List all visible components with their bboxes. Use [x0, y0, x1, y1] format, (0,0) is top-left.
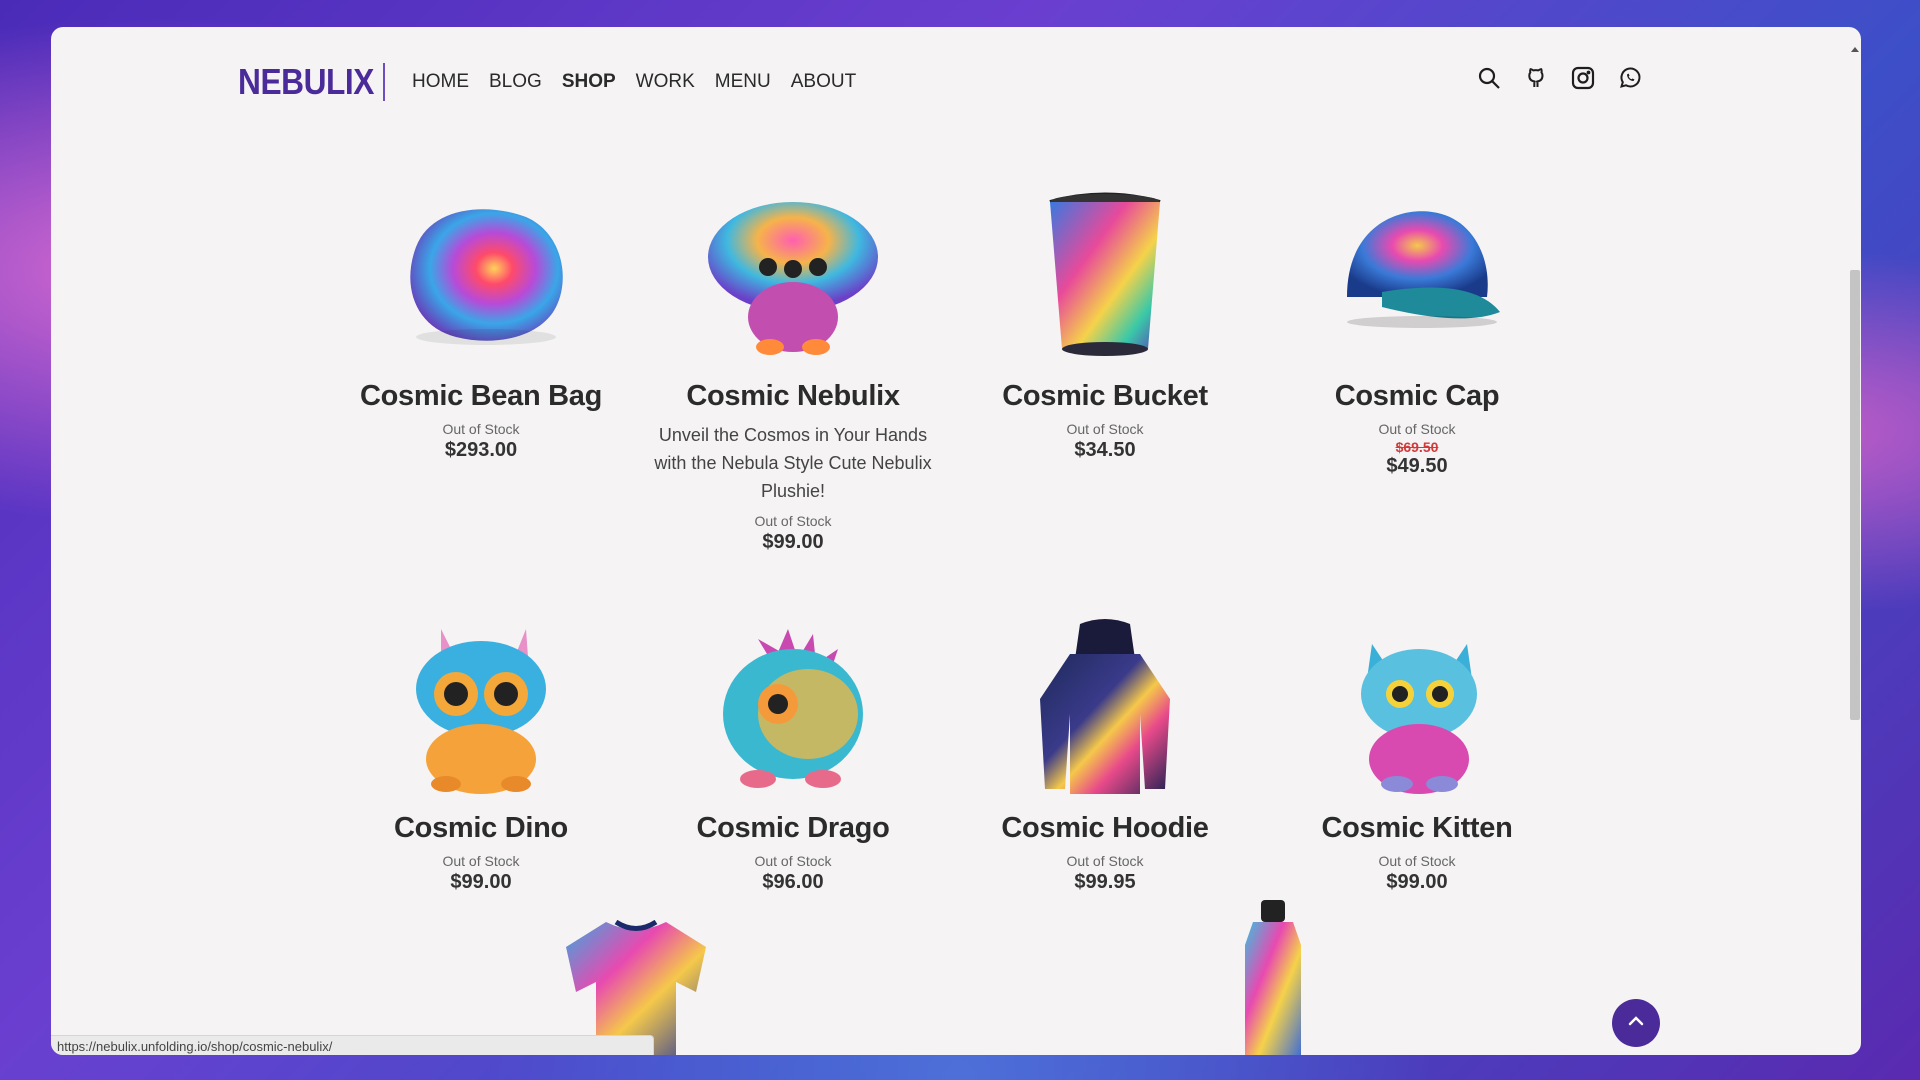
product-card[interactable]: Cosmic Nebulix Unveil the Cosmos in Your… [648, 187, 938, 554]
product-image-plush-kitten[interactable] [1322, 619, 1512, 799]
github-icon[interactable] [1524, 66, 1548, 90]
product-price: $99.95 [1074, 871, 1136, 893]
product-card[interactable]: Cosmic Kitten Out of Stock $99.00 [1272, 619, 1562, 894]
product-image-plush-nebulix[interactable] [698, 187, 888, 367]
stock-status: Out of Stock [1066, 421, 1144, 437]
stock-status: Out of Stock [1378, 853, 1456, 869]
scroll-up-arrow[interactable] [1851, 47, 1859, 52]
stock-status: Out of Stock [442, 421, 520, 437]
product-name[interactable]: Cosmic Hoodie [960, 812, 1250, 845]
product-name[interactable]: Cosmic Cap [1272, 380, 1562, 413]
product-name[interactable]: Cosmic Nebulix [648, 380, 938, 413]
original-price: $69.50 [1395, 439, 1439, 455]
product-image-bottle[interactable] [1221, 900, 1321, 1055]
site-header: NEBULIX HOME BLOG SHOP WORK MENU ABOUT [51, 27, 1861, 137]
product-card[interactable]: Cosmic Dino Out of Stock $99.00 [336, 619, 626, 894]
product-name[interactable]: Cosmic Dino [336, 812, 626, 845]
browser-window: NEBULIX HOME BLOG SHOP WORK MENU ABOUT C… [51, 27, 1861, 1055]
product-image-plush-dino[interactable] [386, 619, 576, 799]
main-nav: HOME BLOG SHOP WORK MENU ABOUT [412, 71, 856, 93]
nav-home[interactable]: HOME [412, 71, 469, 93]
product-card[interactable]: Cosmic Drago Out of Stock $96.00 [648, 619, 938, 894]
product-card[interactable]: Cosmic Bucket Out of Stock $34.50 [960, 187, 1250, 462]
nav-work[interactable]: WORK [636, 71, 695, 93]
product-card[interactable]: Cosmic Cap Out of Stock $69.50 $49.50 [1272, 187, 1562, 478]
back-to-top-button[interactable] [1612, 999, 1660, 1047]
stock-status: Out of Stock [1378, 421, 1456, 437]
whatsapp-icon[interactable] [1618, 66, 1642, 90]
logo-divider [383, 63, 385, 101]
product-image-cap[interactable] [1322, 187, 1512, 367]
product-price: $99.00 [1386, 871, 1448, 893]
product-name[interactable]: Cosmic Drago [648, 812, 938, 845]
product-description: Unveil the Cosmos in Your Hands with the… [654, 425, 932, 501]
product-price: $293.00 [444, 439, 518, 461]
chevron-up-icon [1626, 1011, 1646, 1036]
stock-status: Out of Stock [442, 853, 520, 869]
nav-shop[interactable]: SHOP [562, 71, 616, 93]
search-icon[interactable] [1477, 66, 1501, 90]
product-image-bean-bag[interactable] [386, 187, 576, 367]
product-card[interactable]: Cosmic Bean Bag Out of Stock $293.00 [336, 187, 626, 462]
product-name[interactable]: Cosmic Bean Bag [336, 380, 626, 413]
scrollbar-thumb[interactable] [1850, 270, 1860, 720]
product-price: $96.00 [762, 871, 824, 893]
header-icons [1477, 66, 1642, 90]
product-price: $34.50 [1074, 439, 1136, 461]
product-name[interactable]: Cosmic Bucket [960, 380, 1250, 413]
product-image-plush-drago[interactable] [698, 619, 888, 799]
nav-menu[interactable]: MENU [715, 71, 771, 93]
nav-about[interactable]: ABOUT [791, 71, 856, 93]
stock-status: Out of Stock [754, 513, 832, 529]
product-image-hoodie[interactable] [1010, 619, 1200, 799]
instagram-icon[interactable] [1571, 66, 1595, 90]
product-name[interactable]: Cosmic Kitten [1272, 812, 1562, 845]
product-price: $49.50 [1386, 455, 1448, 477]
status-bar-url: https://nebulix.unfolding.io/shop/cosmic… [51, 1035, 654, 1055]
product-price: $99.00 [762, 531, 824, 553]
site-logo[interactable]: NEBULIX [238, 61, 374, 103]
nav-blog[interactable]: BLOG [489, 71, 542, 93]
product-image-bucket[interactable] [1010, 187, 1200, 367]
product-price: $99.00 [450, 871, 512, 893]
product-card[interactable]: Cosmic Hoodie Out of Stock $99.95 [960, 619, 1250, 894]
stock-status: Out of Stock [754, 853, 832, 869]
stock-status: Out of Stock [1066, 853, 1144, 869]
